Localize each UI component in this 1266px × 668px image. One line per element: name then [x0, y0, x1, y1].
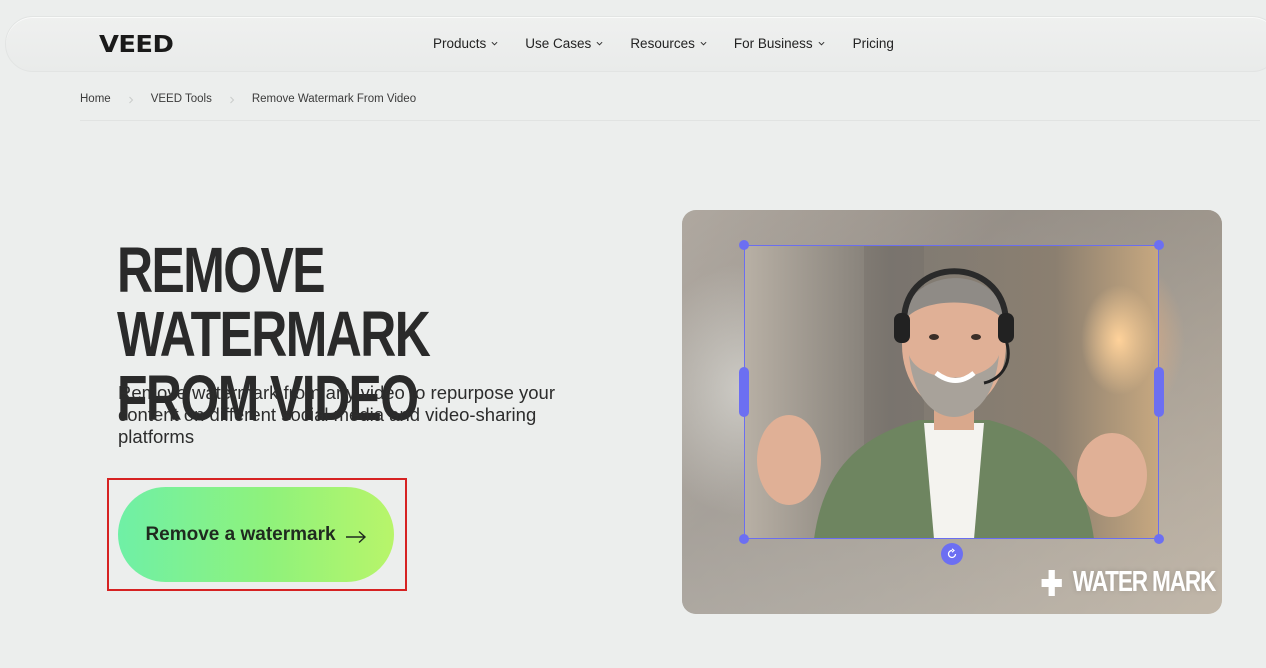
chevron-down-icon — [491, 40, 498, 47]
nav-use-cases-label: Use Cases — [525, 36, 592, 51]
breadcrumb-veed-tools[interactable]: VEED Tools — [151, 93, 212, 105]
resize-handle-right[interactable] — [1154, 367, 1164, 417]
nav-products-label: Products — [433, 36, 487, 51]
breadcrumb-divider — [80, 120, 1260, 121]
chevron-right-icon — [229, 95, 235, 104]
rotate-handle[interactable] — [941, 543, 963, 565]
nav-use-cases[interactable]: Use Cases — [525, 36, 603, 51]
hero-video-preview: WATER MARK — [682, 210, 1222, 614]
resize-handle-top-right[interactable] — [1154, 240, 1164, 250]
breadcrumb-home[interactable]: Home — [80, 93, 111, 105]
veed-logo[interactable]: VEED — [99, 32, 174, 58]
nav-resources-label: Resources — [630, 36, 695, 51]
cta-label: Remove a watermark — [145, 523, 336, 545]
hero-subtitle: Remove watermark from any video to repur… — [118, 382, 555, 447]
nav-products[interactable]: Products — [433, 36, 498, 51]
watermark-selection-box[interactable] — [744, 245, 1159, 539]
remove-watermark-button[interactable]: Remove a watermark — [118, 487, 394, 582]
resize-handle-left[interactable] — [739, 367, 749, 417]
title-line-1: REMOVE WATERMARK — [117, 234, 431, 370]
nav-for-business-label: For Business — [733, 36, 813, 51]
plus-cross-icon — [1040, 568, 1063, 598]
resize-handle-bottom-left[interactable] — [739, 534, 749, 544]
rotate-icon — [947, 548, 957, 559]
breadcrumb: Home VEED Tools Remove Watermark From Vi… — [80, 93, 416, 105]
nav-for-business[interactable]: For Business — [734, 36, 825, 51]
resize-handle-top-left[interactable] — [739, 240, 749, 250]
chevron-down-icon — [818, 40, 825, 47]
arrow-right-icon — [345, 528, 367, 543]
nav-resources[interactable]: Resources — [630, 36, 707, 51]
chevron-down-icon — [700, 40, 707, 47]
watermark-text: WATER MARK — [1072, 566, 1217, 598]
chevron-right-icon — [128, 95, 134, 104]
nav-pricing-label: Pricing — [852, 36, 894, 51]
watermark-overlay: WATER MARK — [1040, 566, 1217, 599]
main-nav: Products Use Cases Resources For Busines… — [433, 36, 894, 51]
breadcrumb-current: Remove Watermark From Video — [251, 93, 417, 105]
resize-handle-bottom-right[interactable] — [1154, 534, 1164, 544]
nav-pricing[interactable]: Pricing — [853, 36, 894, 51]
chevron-down-icon — [596, 40, 603, 47]
